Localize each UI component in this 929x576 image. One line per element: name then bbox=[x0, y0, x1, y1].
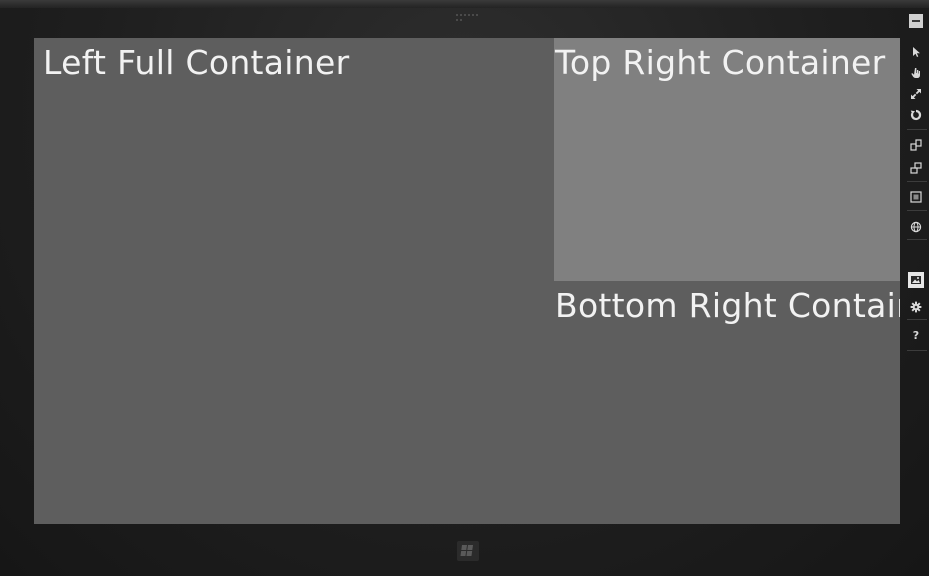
top-right-container: Top Right Container bbox=[554, 38, 900, 281]
top-right-container-label: Top Right Container bbox=[555, 43, 886, 82]
bottom-right-container-label: Bottom Right Container bbox=[555, 286, 900, 325]
screenshot-button[interactable] bbox=[908, 272, 924, 288]
hand-icon bbox=[911, 68, 920, 78]
rotate-icon bbox=[910, 109, 922, 121]
minimize-button[interactable] bbox=[909, 14, 923, 28]
minimize-icon bbox=[912, 20, 920, 22]
pointer-mode-button[interactable] bbox=[905, 41, 927, 63]
device-frame-top bbox=[0, 0, 929, 8]
location-button[interactable] bbox=[905, 216, 927, 238]
pinch-icon bbox=[911, 89, 921, 99]
drag-grip-icon[interactable] bbox=[456, 14, 478, 22]
rotate-mode-button[interactable] bbox=[905, 104, 927, 126]
touch-mode-button[interactable] bbox=[905, 62, 927, 84]
help-button[interactable]: ? bbox=[905, 324, 927, 346]
camera-image-icon bbox=[911, 276, 921, 284]
app-screen: Left Full Container Top Right Container … bbox=[34, 38, 900, 524]
rotate-clockwise-button[interactable] bbox=[905, 134, 927, 156]
resolution-icon bbox=[910, 191, 922, 203]
left-container-label: Left Full Container bbox=[43, 43, 350, 82]
cursor-icon bbox=[913, 47, 920, 57]
pinch-zoom-button[interactable] bbox=[905, 83, 927, 105]
rotate-counterclockwise-button[interactable] bbox=[905, 157, 927, 179]
windows-start-button[interactable] bbox=[455, 540, 481, 562]
toolbar-separator bbox=[907, 181, 927, 182]
settings-button[interactable] bbox=[905, 296, 927, 318]
windows-logo-icon bbox=[457, 541, 479, 561]
rotate-ccw-icon bbox=[910, 162, 922, 174]
resolution-button[interactable] bbox=[905, 186, 927, 208]
toolbar-separator bbox=[907, 210, 927, 211]
toolbar-separator bbox=[907, 129, 927, 130]
simulator-toolbar: ? bbox=[903, 8, 929, 568]
gear-icon bbox=[910, 301, 922, 313]
rotate-cw-icon bbox=[910, 139, 922, 151]
help-icon: ? bbox=[912, 328, 920, 342]
toolbar-separator bbox=[907, 239, 927, 240]
left-full-container: Left Full Container bbox=[34, 38, 554, 524]
toolbar-separator bbox=[907, 350, 927, 351]
toolbar-separator bbox=[907, 319, 927, 320]
globe-icon bbox=[910, 221, 922, 233]
bottom-right-container: Bottom Right Container bbox=[554, 281, 900, 524]
